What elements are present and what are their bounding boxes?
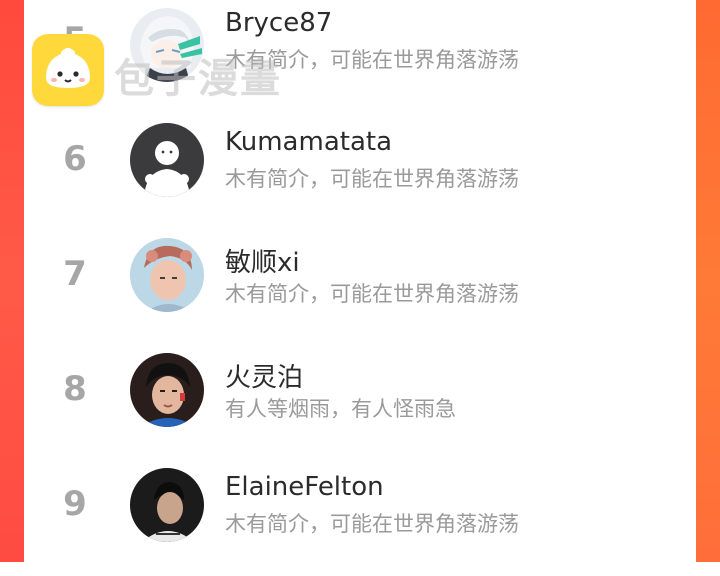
user-name[interactable]: Kumamatata [225,127,392,157]
bun-logo-icon [32,34,104,106]
app-watermark: 包子漫畫 [32,34,332,108]
rank-number: 8 [63,369,87,409]
list-item[interactable]: 9 ElaineFelton 木有简介，可能在世界角落游荡 [24,460,696,576]
list-item[interactable]: 8 火灵泊 有人等烟雨，有人怪雨急 [24,345,696,461]
user-name[interactable]: 火灵泊 [225,357,303,394]
left-edge-gradient [0,0,24,562]
rank-number: 7 [63,254,87,294]
user-bio: 有人等烟雨，有人怪雨急 [225,397,456,421]
avatar[interactable] [130,238,204,312]
avatar[interactable] [130,468,204,542]
user-bio: 木有简介，可能在世界角落游荡 [225,282,519,306]
avatar[interactable] [130,123,204,197]
watermark-text: 包子漫畫 [114,56,282,102]
user-bio: 木有简介，可能在世界角落游荡 [225,512,519,536]
avatar[interactable] [130,353,204,427]
user-bio: 木有简介，可能在世界角落游荡 [225,167,519,191]
rank-number: 9 [63,484,87,524]
list-item[interactable]: 7 敏顺xi 木有简介，可能在世界角落游荡 [24,230,696,346]
user-name[interactable]: 敏顺xi [225,242,300,279]
rank-number: 6 [63,139,87,179]
user-name[interactable]: ElaineFelton [225,472,384,502]
right-edge-gradient [696,0,720,562]
list-item[interactable]: 6 Kumamatata 木有简介，可能在世界角落游荡 [24,115,696,231]
